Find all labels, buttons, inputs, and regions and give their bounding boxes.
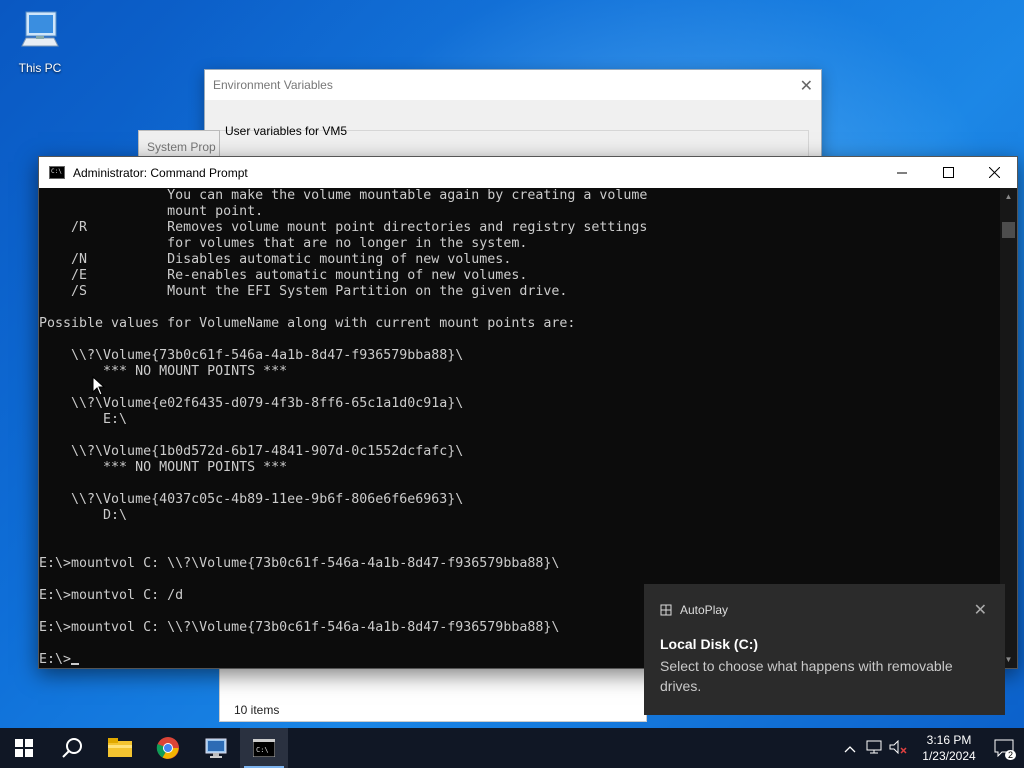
close-icon [988, 167, 1000, 178]
console-line: /S Mount the EFI System Partition on the… [39, 284, 568, 299]
file-explorer-taskbar-button[interactable] [96, 728, 144, 768]
console-line: \\?\Volume{73b0c61f-546a-4a1b-8d47-f9365… [39, 348, 464, 363]
toast-message: Select to choose what happens with remov… [660, 658, 953, 694]
console-line: /R Removes volume mount point directorie… [39, 220, 648, 235]
text-cursor [71, 663, 80, 665]
console-line: \\?\Volume{1b0d572d-6b17-4841-907d-0c155… [39, 444, 464, 459]
command-prompt-icon: C:\ [253, 739, 275, 757]
toast-app-name: AutoPlay [680, 603, 729, 617]
console-line: E:\>mountvol C: \\?\Volume{73b0c61f-546a… [39, 556, 560, 571]
svg-text:C:\: C:\ [256, 746, 269, 754]
console-line: for volumes that are no longer in the sy… [39, 236, 528, 251]
desktop-icon-this-pc[interactable]: This PC [10, 8, 70, 75]
autoplay-notification[interactable]: AutoPlay ✕ Local Disk (C:) Select to cho… [644, 584, 1005, 715]
taskbar: C:\ 3:16 PM 1/23/2024 2 [0, 728, 1024, 768]
maximize-icon [942, 167, 954, 178]
cmd-titlebar[interactable]: Administrator: Command Prompt [39, 157, 1017, 188]
server-manager-taskbar-button[interactable] [192, 728, 240, 768]
env-window-title: Environment Variables [205, 70, 821, 100]
chrome-taskbar-button[interactable] [144, 728, 192, 768]
computer-icon [21, 11, 59, 47]
mouse-pointer-icon [92, 376, 106, 396]
network-icon[interactable] [862, 740, 886, 757]
console-line: \\?\Volume{e02f6435-d079-4f3b-8ff6-65c1a… [39, 396, 464, 411]
minimize-icon [896, 172, 907, 174]
cmd-app-icon [49, 166, 65, 179]
console-line: D:\ [39, 508, 128, 523]
scrollbar-thumb[interactable] [1002, 222, 1015, 238]
autoplay-icon [660, 604, 672, 616]
start-button[interactable] [0, 728, 48, 768]
system-window-title: System Prop [147, 140, 216, 154]
console-line: Possible values for VolumeName along wit… [39, 316, 576, 331]
server-manager-icon [205, 738, 227, 758]
console-line: You can make the volume mountable again … [39, 188, 648, 203]
desktop-icon-label: This PC [18, 61, 62, 75]
cmd-window-title: Administrator: Command Prompt [73, 165, 248, 180]
file-explorer-icon [108, 738, 132, 757]
action-center-button[interactable]: 2 [984, 728, 1024, 768]
scroll-up-arrow-icon[interactable]: ▲ [1000, 188, 1017, 205]
clock-date: 1/23/2024 [922, 749, 976, 763]
console-line: mount point. [39, 204, 264, 219]
user-variables-label: User variables for VM5 [225, 124, 348, 138]
minimize-button[interactable] [879, 157, 925, 188]
console-line: *** NO MOUNT POINTS *** [39, 460, 288, 475]
console-line: /N Disables automatic mounting of new vo… [39, 252, 512, 267]
close-button[interactable] [971, 157, 1017, 188]
search-button[interactable] [48, 728, 96, 768]
toast-heading: Local Disk (C:) [660, 636, 759, 652]
system-tray: 3:16 PM 1/23/2024 2 [838, 728, 1024, 768]
start-icon [15, 739, 33, 757]
search-icon [62, 738, 82, 758]
chrome-icon [156, 737, 179, 759]
volume-muted-icon[interactable] [886, 739, 910, 757]
maximize-button[interactable] [925, 157, 971, 188]
console-line: \\?\Volume{4037c05c-4b89-11ee-9b6f-806e6… [39, 492, 464, 507]
toast-close-icon[interactable]: ✕ [974, 600, 987, 620]
chevron-up-icon[interactable] [838, 741, 862, 756]
console-prompt: E:\> [39, 652, 72, 667]
console-line: *** NO MOUNT POINTS *** [39, 364, 288, 379]
command-prompt-taskbar-button[interactable]: C:\ [240, 728, 288, 768]
close-icon[interactable]: ✕ [800, 76, 813, 96]
console-line: E:\ [39, 412, 128, 427]
clock[interactable]: 3:16 PM 1/23/2024 [914, 732, 984, 764]
item-count-status: 10 items [234, 703, 280, 717]
clock-time: 3:16 PM [926, 733, 972, 747]
notification-count-badge: 2 [1004, 750, 1016, 760]
file-explorer-window[interactable]: 10 items [219, 660, 647, 722]
console-line: /E Re-enables automatic mounting of new … [39, 268, 528, 283]
